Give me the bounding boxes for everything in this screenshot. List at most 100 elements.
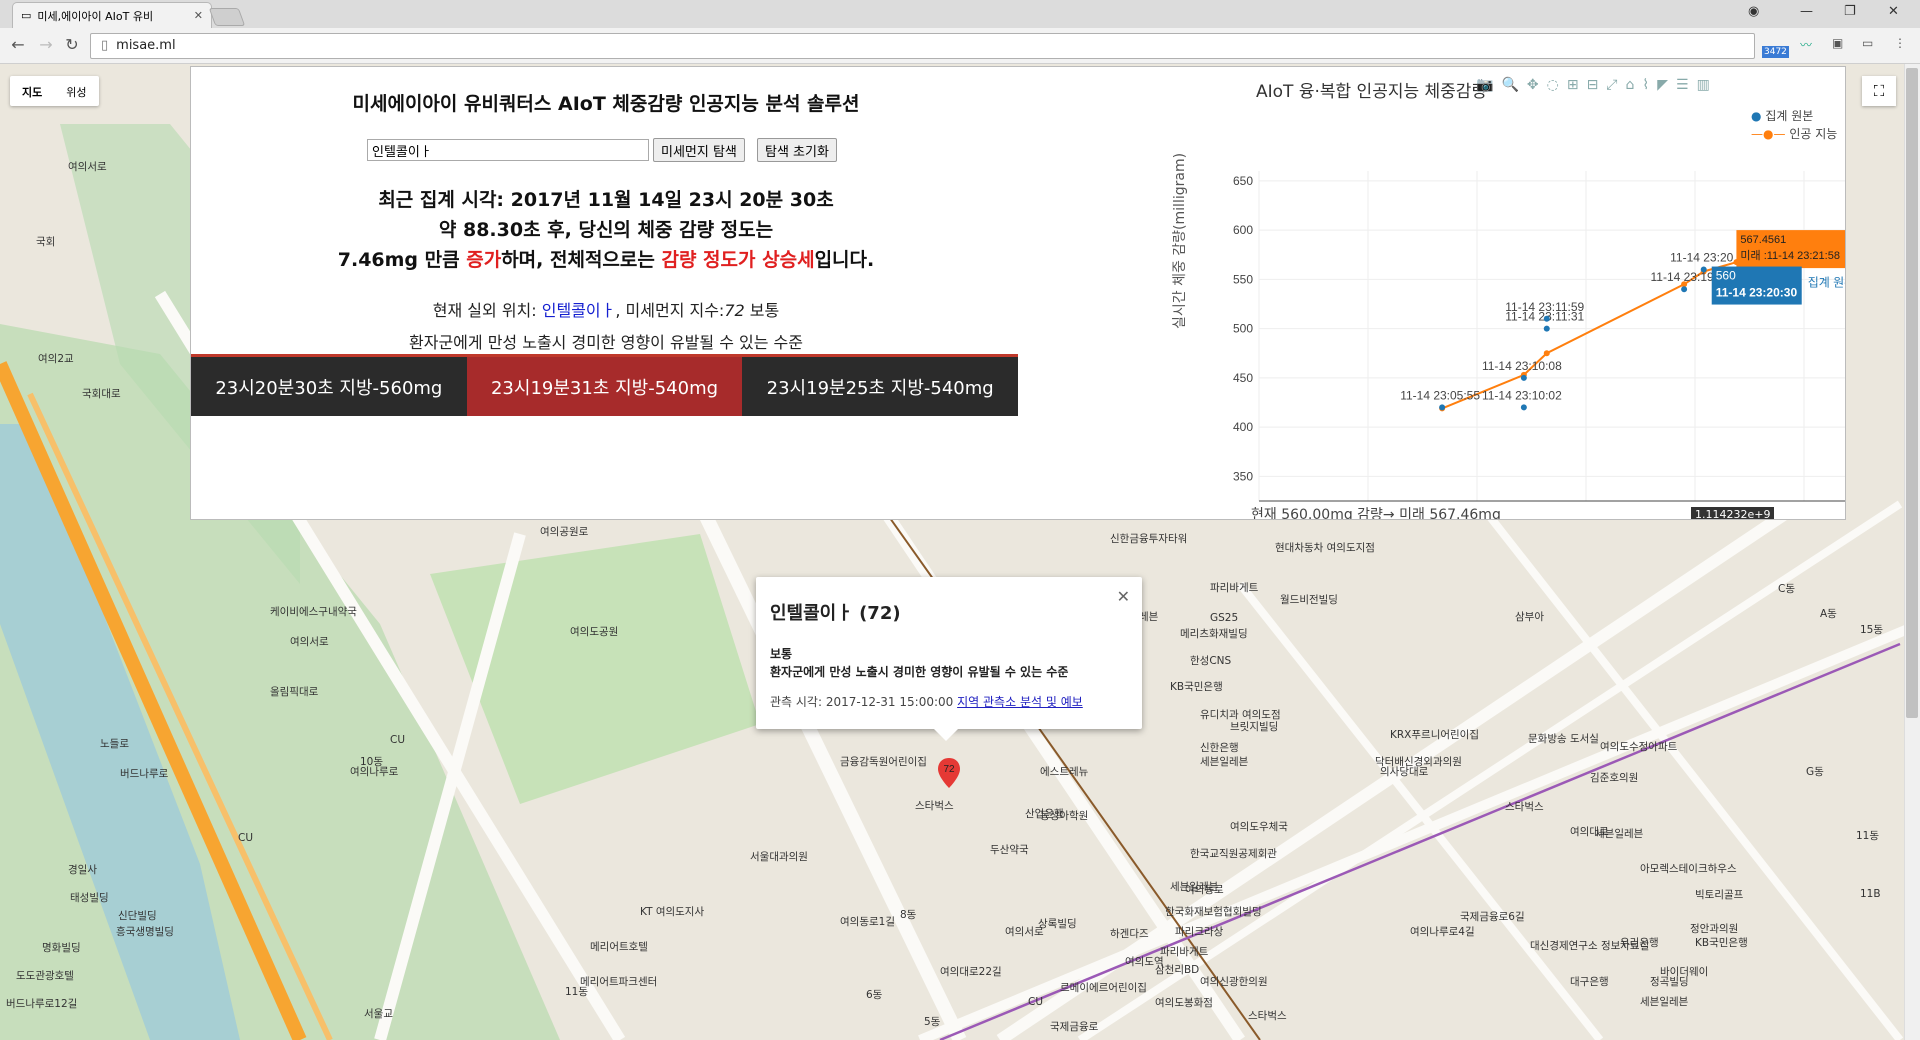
y-tick-label: 600 [1233, 223, 1253, 237]
address-bar[interactable]: ▯ misae.ml [90, 33, 1755, 59]
close-icon[interactable]: ✕ [1117, 587, 1130, 606]
map-label: 금융감독원어린이집 [840, 756, 927, 768]
map-label: 여의도역 [1125, 956, 1164, 968]
map-label: 정곡빌딩 [1650, 976, 1689, 988]
fullscreen-button[interactable]: ⛶ [1862, 76, 1896, 106]
reload-icon[interactable]: ↻ [62, 35, 82, 54]
map-label: 한성CNS [1190, 655, 1232, 667]
restore-icon[interactable]: ❐ [1844, 4, 1856, 19]
map-label: A동 [1820, 608, 1837, 620]
map-label: 국회 [36, 236, 56, 248]
orange-point [1543, 350, 1550, 357]
point-label: 11-14 23:05:55 [1400, 388, 1480, 402]
chart[interactable]: 35040045050055060065011-14 23:05:55 11-14… [1011, 67, 1846, 520]
map-label: 한국화재보험협회빌딩 [1165, 906, 1262, 918]
hover-blue-value: 560 [1716, 269, 1736, 283]
zoom-icon[interactable]: 🔍 [1501, 77, 1518, 93]
map-label: 메리어트호텔 [590, 941, 648, 953]
spike-icon[interactable]: ⌇ [1642, 77, 1649, 93]
hover-compare-icon[interactable]: ☰ [1676, 77, 1689, 93]
info-window: 인텔콜이ㅏ (72) 보통 환자군에게 만성 노출시 경미한 영향이 유발될 수… [756, 577, 1142, 741]
lasso-icon[interactable]: ◌ [1547, 77, 1559, 93]
info-grade: 보통 [770, 647, 793, 661]
map-label: 르메이에르어린이집 [1060, 982, 1147, 994]
tab-close-icon[interactable]: ✕ [194, 9, 203, 22]
summary-line-2: 약 88.30초 후, 당신의 체중 감량 정도는 [438, 219, 774, 241]
map-label: 여의서로 [68, 161, 107, 173]
location-search-input[interactable] [367, 139, 649, 161]
map-label: 여의도공원 [570, 626, 619, 638]
map-label: 11B [1860, 888, 1881, 900]
pan-icon[interactable]: ✥ [1527, 77, 1539, 93]
extension-icon-3[interactable]: ▭ [1862, 36, 1873, 50]
map-label: KB국민은행 [1695, 937, 1748, 949]
map-label: 스타벅스 [1248, 1010, 1287, 1022]
zoom-out-icon[interactable]: ⊟ [1587, 77, 1599, 93]
legend-item-blue[interactable]: ● 집계 원본 [1751, 107, 1837, 125]
history-item[interactable]: 23시19분31초 지방-540mg [466, 357, 743, 416]
page-viewport: 국회 여의서로 여의2교 국회대로 여의공원로 여의서로 올림픽대로 케이비에스구내약국 여의도… [0, 64, 1920, 1040]
extension-badge[interactable]: 3472 [1762, 46, 1789, 58]
blue-point [1439, 404, 1446, 411]
map-label: 세븐일레븐 [1640, 996, 1689, 1008]
page-info-icon: ▯ [101, 38, 109, 53]
back-icon[interactable]: ← [8, 35, 28, 54]
url-text: misae.ml [116, 38, 176, 53]
map-type-map-button[interactable]: 지도 [10, 76, 54, 106]
plotly-logo-icon[interactable]: ▥ [1697, 77, 1710, 93]
map-label: 문화방송 도서실 [1528, 733, 1599, 745]
close-window-icon[interactable]: ✕ [1888, 4, 1899, 19]
home-icon[interactable]: ⌂ [1626, 77, 1635, 93]
map-label: 여의동로 [1185, 884, 1224, 896]
browser-toolbar: ← → ↻ ▯ misae.ml 3472 〰 ▣ ▭ ⋮ [0, 28, 1920, 64]
hover-blue-time: 11-14 23:20:30 [1716, 286, 1798, 300]
map-label: 파리바게트 [1210, 582, 1259, 594]
map-label: 여의서로 [290, 636, 329, 648]
history-item[interactable]: 23시19분25초 지방-540mg [742, 357, 1019, 416]
map-type-satellite-button[interactable]: 위성 [54, 76, 98, 106]
scrollbar-thumb[interactable] [1906, 68, 1918, 718]
profile-icon[interactable]: ◉ [1748, 4, 1759, 19]
map-label: 대구은행 [1570, 976, 1609, 988]
blue-point [1520, 374, 1527, 381]
blue-point [1543, 315, 1550, 322]
legend-item-orange[interactable]: —●— 인공 지능 [1751, 125, 1837, 143]
station-analysis-link[interactable]: 지역 관측소 분석 및 예보 [957, 695, 1083, 709]
autoscale-icon[interactable]: ⤢ [1606, 77, 1617, 93]
map-label: 여의도우체국 [1230, 821, 1288, 833]
zoom-in-icon[interactable]: ⊞ [1567, 77, 1579, 93]
camera-icon[interactable]: 📷 [1476, 77, 1493, 93]
forward-icon[interactable]: → [36, 35, 56, 54]
minimize-icon[interactable]: — [1800, 4, 1813, 19]
analysis-summary: 최근 집계 시각: 2017년 11월 14일 23시 20분 30초 약 88… [191, 185, 1021, 275]
map-label: 에스트레뉴 [1040, 766, 1089, 778]
reset-search-button[interactable]: 탐색 초기화 [757, 138, 837, 162]
point-label: 11-14 23:20 [1670, 251, 1733, 265]
tab-title: 미세,에이아이 AIoT 유비 [37, 9, 154, 23]
x-hover-tag: 1.114232e+9 [1691, 507, 1775, 519]
dust-search-button[interactable]: 미세먼지 탐색 [653, 138, 745, 162]
hover-closest-icon[interactable]: ◤ [1657, 77, 1668, 93]
menu-icon[interactable]: ⋮ [1894, 36, 1906, 50]
point-label: 11-14 23:11:59 [1505, 300, 1584, 314]
history-item[interactable]: 23시20분30초 지방-560mg [191, 357, 467, 416]
map-label: 현대차동차 여의도지점 [1275, 542, 1375, 554]
map-label: 월드비전빌딩 [1280, 594, 1338, 606]
browser-tab[interactable]: ▭ 미세,에이아이 AIoT 유비 ✕ [12, 2, 212, 28]
map-label: 김준호의원 [1590, 772, 1639, 784]
map-label: CU [1028, 996, 1044, 1008]
map-label: 여의도봉화점 [1155, 997, 1213, 1009]
map-label: 여의대로22길 [940, 966, 1002, 978]
map-marker[interactable]: 72 [938, 758, 960, 788]
blue-point [1520, 404, 1527, 411]
map-label: 명화빌딩 [42, 942, 81, 954]
extension-icon-2[interactable]: ▣ [1832, 36, 1843, 50]
extension-icon[interactable]: 〰 [1800, 36, 1812, 53]
map-label: 여의2교 [38, 353, 74, 365]
analysis-panel: 미세에이아이 유비쿼터스 AIoT 체중감량 인공지능 분석 솔루션 미세먼지 … [190, 66, 1846, 520]
new-tab-button[interactable] [208, 8, 246, 26]
map-label: 신한금융투자타워 [1110, 533, 1188, 545]
page-scrollbar[interactable] [1904, 64, 1920, 1040]
history-tabs: 23시20분30초 지방-560mg 23시19분31초 지방-540mg 23… [191, 354, 1019, 416]
tab-strip: ▭ 미세,에이아이 AIoT 유비 ✕ ◉ — ❐ ✕ [0, 0, 1920, 28]
